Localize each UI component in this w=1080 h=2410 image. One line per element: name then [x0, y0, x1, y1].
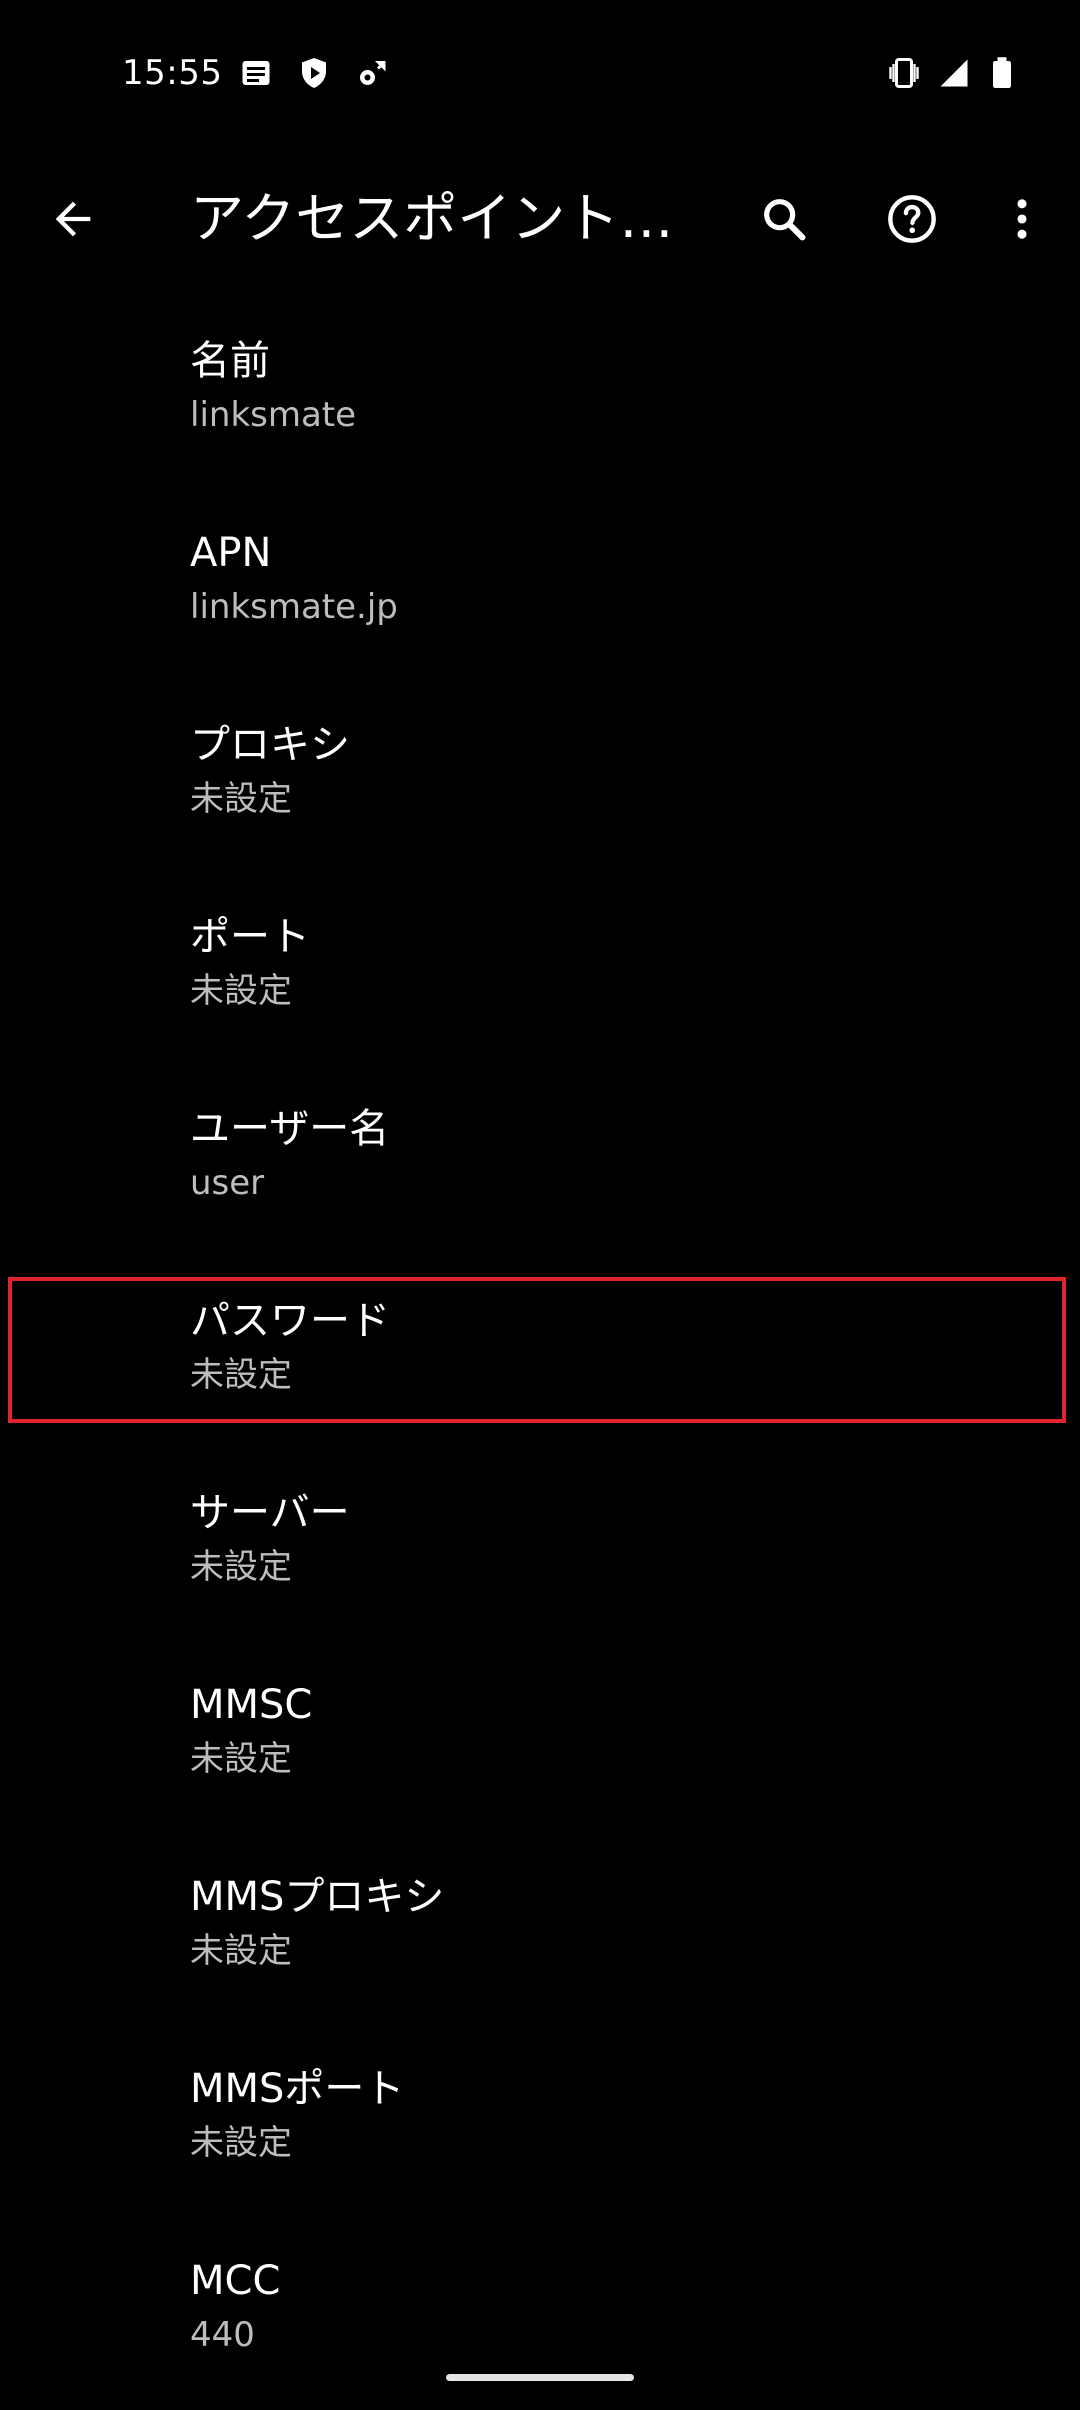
pref-item-mcc[interactable]: MCC 440: [0, 2218, 1080, 2410]
status-bar: 15:55: [0, 0, 1080, 145]
gesture-nav-handle[interactable]: [446, 2374, 634, 2381]
pref-title: MMSポート: [190, 2066, 405, 2112]
search-button[interactable]: [744, 179, 824, 259]
arrow-back-icon: [47, 193, 99, 245]
pref-item-apn[interactable]: APN linksmate.jp: [0, 490, 1080, 682]
pref-title: プロキシ: [190, 722, 350, 768]
search-icon: [758, 193, 810, 245]
pref-item-server[interactable]: サーバー 未設定: [0, 1450, 1080, 1642]
pref-title: サーバー: [190, 1490, 350, 1536]
pref-item-username[interactable]: ユーザー名 user: [0, 1066, 1080, 1258]
signal-icon: [936, 55, 972, 91]
pref-item-mmsc[interactable]: MMSC 未設定: [0, 1642, 1080, 1834]
pref-item-proxy[interactable]: プロキシ 未設定: [0, 682, 1080, 874]
pref-title: MCC: [190, 2258, 281, 2304]
apn-settings-list: 名前 linksmate APN linksmate.jp プロキシ 未設定 ポ…: [0, 298, 1080, 2410]
pref-summary: 未設定: [190, 971, 292, 1011]
pref-item-password[interactable]: パスワード 未設定: [0, 1258, 1080, 1450]
pref-summary: user: [190, 1163, 265, 1203]
pref-summary: 未設定: [190, 1931, 292, 1971]
pref-title: パスワード: [190, 1298, 390, 1344]
more-vert-icon: [996, 193, 1048, 245]
help-circle-icon: [886, 193, 938, 245]
pref-summary: 440: [190, 2315, 255, 2355]
pref-item-mms-port[interactable]: MMSポート 未設定: [0, 2026, 1080, 2218]
settings-sync-icon: [354, 55, 390, 91]
pref-summary: linksmate: [190, 395, 357, 435]
shield-play-icon: [296, 55, 332, 91]
more-options-button[interactable]: [982, 179, 1062, 259]
pref-summary: 未設定: [190, 779, 292, 819]
help-button[interactable]: [872, 179, 952, 259]
news-icon: [238, 55, 274, 91]
pref-title: ポート: [190, 914, 310, 960]
pref-title: 名前: [190, 338, 270, 384]
pref-title: MMSC: [190, 1682, 313, 1728]
vibrate-icon: [886, 55, 922, 91]
status-time: 15:55: [122, 53, 223, 93]
battery-icon: [984, 55, 1020, 91]
pref-summary: 未設定: [190, 1739, 292, 1779]
pref-summary: 未設定: [190, 2123, 292, 2163]
pref-title: MMSプロキシ: [190, 1874, 445, 1920]
pref-title: APN: [190, 530, 272, 576]
pref-summary: 未設定: [190, 1547, 292, 1587]
pref-item-port[interactable]: ポート 未設定: [0, 874, 1080, 1066]
pref-item-mms-proxy[interactable]: MMSプロキシ 未設定: [0, 1834, 1080, 2026]
pref-item-name[interactable]: 名前 linksmate: [0, 298, 1080, 490]
pref-summary: linksmate.jp: [190, 587, 398, 627]
page-title: アクセスポイントの…: [190, 187, 710, 250]
top-app-bar: アクセスポイントの…: [0, 145, 1080, 293]
pref-title: ユーザー名: [190, 1106, 390, 1152]
pref-summary: 未設定: [190, 1355, 292, 1395]
back-button[interactable]: [33, 179, 113, 259]
